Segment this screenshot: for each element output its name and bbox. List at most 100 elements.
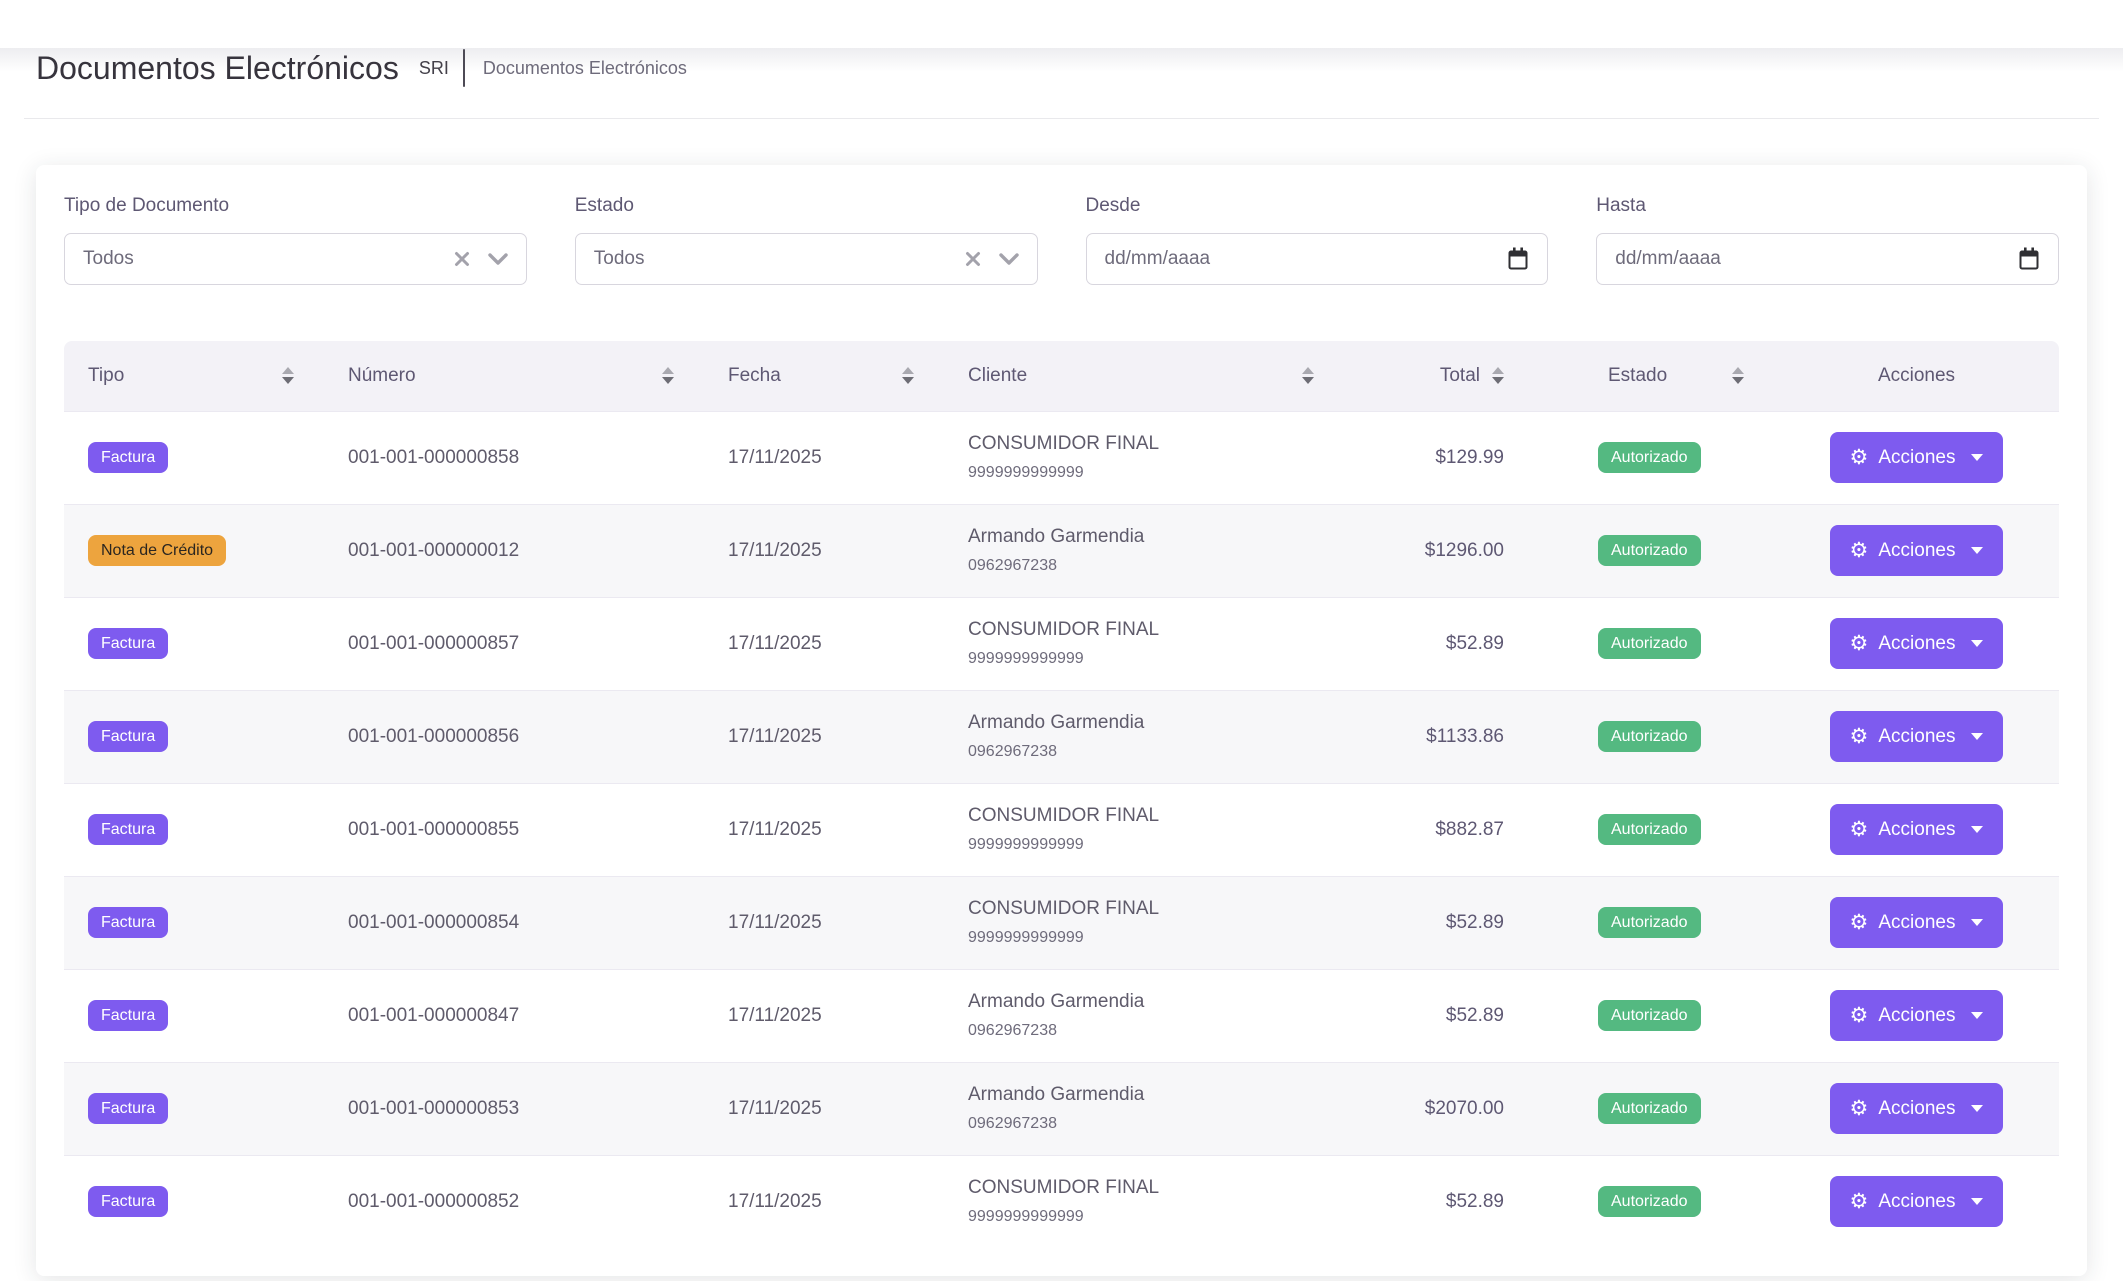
acciones-button[interactable]: ⚙ Acciones [1830,1083,2004,1134]
caret-down-icon [1971,1198,1983,1205]
sort-icon [1302,367,1314,384]
cliente-nombre: Armando Garmendia [968,1084,1344,1106]
sort-icon [662,367,674,384]
cliente-nombre: CONSUMIDOR FINAL [968,619,1344,641]
documents-card: Tipo de Documento Todos Estado Todos [36,165,2087,1276]
acciones-button-label: Acciones [1878,1005,1955,1027]
desde-label: Desde [1086,193,1549,219]
tipo-badge: Factura [88,907,168,938]
column-header-estado[interactable]: Estado [1584,341,1774,411]
page-header: Documentos Electrónicos SRI Documentos E… [36,48,2087,88]
clear-icon[interactable] [965,251,981,267]
tipo-badge: Factura [88,1186,168,1217]
tipo-badge: Factura [88,1093,168,1124]
caret-down-icon [1971,640,1983,647]
tipo-documento-select[interactable]: Todos [64,233,527,285]
fecha-cell: 17/11/2025 [704,1062,944,1155]
hasta-placeholder: dd/mm/aaaa [1615,248,2018,270]
gear-icon: ⚙ [1850,1005,1869,1026]
cliente-identificacion: 0962967238 [968,1022,1344,1040]
fecha-cell: 17/11/2025 [704,969,944,1062]
acciones-button-label: Acciones [1878,912,1955,934]
numero-cell: 001-001-000000857 [324,597,704,690]
acciones-button[interactable]: ⚙ Acciones [1830,897,2004,948]
numero-cell: 001-001-000000856 [324,690,704,783]
total-cell: $1296.00 [1344,504,1584,597]
total-cell: $52.89 [1344,876,1584,969]
acciones-button-label: Acciones [1878,726,1955,748]
documents-table: Tipo Número Fecha Cliente [64,341,2059,1248]
table-row: Factura 001-001-000000853 17/11/2025 Arm… [64,1062,2059,1155]
acciones-button[interactable]: ⚙ Acciones [1830,711,2004,762]
column-header-tipo[interactable]: Tipo [64,341,324,411]
total-cell: $129.99 [1344,411,1584,504]
tipo-badge: Factura [88,628,168,659]
column-header-numero[interactable]: Número [324,341,704,411]
column-header-cliente[interactable]: Cliente [944,341,1344,411]
hasta-date-input[interactable]: dd/mm/aaaa [1596,233,2059,285]
fecha-cell: 17/11/2025 [704,690,944,783]
total-cell: $2070.00 [1344,1062,1584,1155]
acciones-button-label: Acciones [1878,447,1955,469]
chevron-down-icon[interactable] [999,253,1019,266]
caret-down-icon [1971,1012,1983,1019]
total-cell: $52.89 [1344,969,1584,1062]
cliente-nombre: Armando Garmendia [968,712,1344,734]
breadcrumb-section: SRI [419,58,449,79]
table-row: Nota de Crédito 001-001-000000012 17/11/… [64,504,2059,597]
filter-desde: Desde dd/mm/aaaa [1086,193,1549,285]
gear-icon: ⚙ [1850,540,1869,561]
acciones-button[interactable]: ⚙ Acciones [1830,1176,2004,1227]
fecha-cell: 17/11/2025 [704,504,944,597]
acciones-button[interactable]: ⚙ Acciones [1830,990,2004,1041]
desde-date-input[interactable]: dd/mm/aaaa [1086,233,1549,285]
numero-cell: 001-001-000000847 [324,969,704,1062]
acciones-button-label: Acciones [1878,1098,1955,1120]
calendar-icon[interactable] [1507,247,1529,271]
filters-bar: Tipo de Documento Todos Estado Todos [64,193,2059,285]
caret-down-icon [1971,1105,1983,1112]
cliente-nombre: CONSUMIDOR FINAL [968,805,1344,827]
cliente-nombre: Armando Garmendia [968,526,1344,548]
cliente-identificacion: 0962967238 [968,743,1344,761]
column-header-fecha[interactable]: Fecha [704,341,944,411]
column-header-total[interactable]: Total [1344,341,1584,411]
acciones-button[interactable]: ⚙ Acciones [1830,618,2004,669]
fecha-cell: 17/11/2025 [704,411,944,504]
tipo-badge: Factura [88,721,168,752]
sort-icon [282,367,294,384]
gear-icon: ⚙ [1850,1191,1869,1212]
fecha-cell: 17/11/2025 [704,876,944,969]
numero-cell: 001-001-000000012 [324,504,704,597]
table-row: Factura 001-001-000000855 17/11/2025 CON… [64,783,2059,876]
caret-down-icon [1971,826,1983,833]
table-row: Factura 001-001-000000856 17/11/2025 Arm… [64,690,2059,783]
caret-down-icon [1971,454,1983,461]
chevron-down-icon[interactable] [488,253,508,266]
acciones-button[interactable]: ⚙ Acciones [1830,804,2004,855]
cliente-identificacion: 0962967238 [968,557,1344,575]
numero-cell: 001-001-000000858 [324,411,704,504]
estado-selected-value: Todos [594,248,965,270]
calendar-icon[interactable] [2018,247,2040,271]
total-cell: $52.89 [1344,597,1584,690]
cliente-identificacion: 9999999999999 [968,650,1344,668]
table-row: Factura 001-001-000000854 17/11/2025 CON… [64,876,2059,969]
cliente-identificacion: 9999999999999 [968,929,1344,947]
table-body: Factura 001-001-000000858 17/11/2025 CON… [64,411,2059,1248]
column-header-acciones: Acciones [1774,341,2059,411]
total-cell: $52.89 [1344,1155,1584,1248]
filter-hasta: Hasta dd/mm/aaaa [1596,193,2059,285]
cliente-identificacion: 9999999999999 [968,836,1344,854]
acciones-button-label: Acciones [1878,633,1955,655]
estado-select[interactable]: Todos [575,233,1038,285]
numero-cell: 001-001-000000855 [324,783,704,876]
fecha-cell: 17/11/2025 [704,597,944,690]
acciones-button[interactable]: ⚙ Acciones [1830,432,2004,483]
clear-icon[interactable] [454,251,470,267]
gear-icon: ⚙ [1850,633,1869,654]
estado-badge: Autorizado [1598,1000,1701,1031]
table-row: Factura 001-001-000000858 17/11/2025 CON… [64,411,2059,504]
acciones-button[interactable]: ⚙ Acciones [1830,525,2004,576]
gear-icon: ⚙ [1850,1098,1869,1119]
